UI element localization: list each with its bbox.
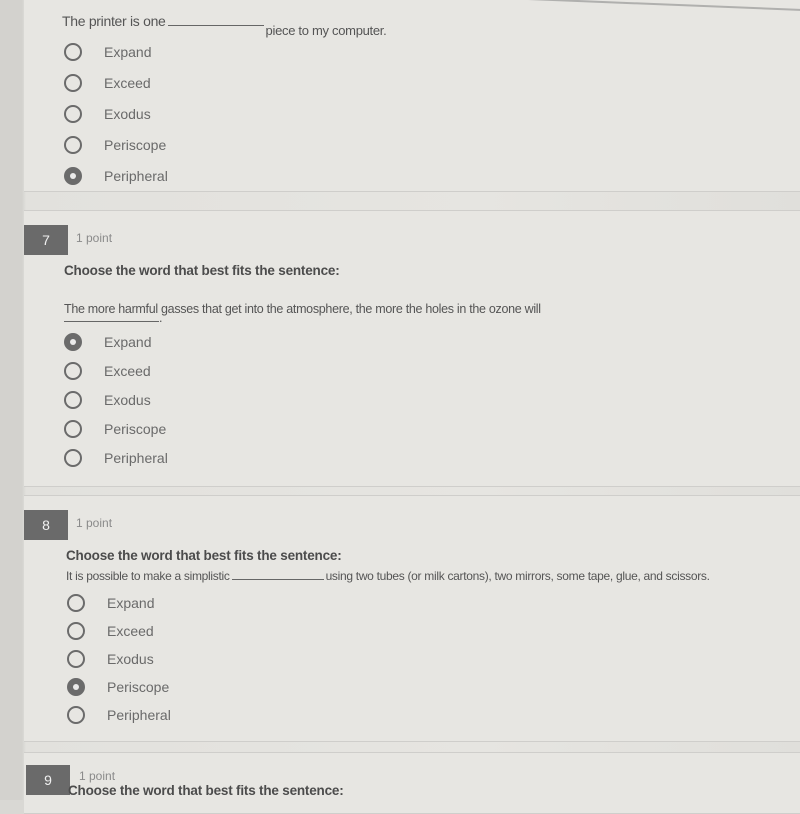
question-card-9: 9 1 point Choose the word that best fits… <box>24 752 800 814</box>
radio-unchecked-icon[interactable] <box>67 622 85 640</box>
option-peripheral[interactable]: Peripheral <box>64 160 168 191</box>
options-list: Expand Exceed Exodus Periscope Periphera… <box>67 589 171 729</box>
option-expand[interactable]: Expand <box>64 327 168 356</box>
option-expand[interactable]: Expand <box>67 589 171 617</box>
points-label: 1 point <box>76 231 113 245</box>
option-exodus[interactable]: Exodus <box>64 385 168 414</box>
question-prompt: Choose the word that best fits the sente… <box>64 263 340 278</box>
divider <box>353 0 800 13</box>
radio-unchecked-icon[interactable] <box>67 706 85 724</box>
answer-blank <box>231 578 324 580</box>
radio-checked-icon[interactable] <box>64 166 82 185</box>
radio-unchecked-icon[interactable] <box>64 135 82 154</box>
question-sentence: It is possible to make a simplistic using… <box>66 569 710 583</box>
radio-unchecked-icon[interactable] <box>64 390 82 409</box>
answer-blank <box>64 320 159 322</box>
option-periscope[interactable]: Periscope <box>64 129 168 160</box>
option-peripheral[interactable]: Peripheral <box>67 701 171 729</box>
option-peripheral[interactable]: Peripheral <box>64 443 168 472</box>
answer-blank <box>167 24 264 26</box>
options-list: Expand Exceed Exodus Periscope Periphera… <box>64 36 168 191</box>
question-number-badge: 7 <box>24 225 68 255</box>
option-exceed[interactable]: Exceed <box>64 356 168 385</box>
radio-checked-icon[interactable] <box>67 678 85 696</box>
points-label: 1 point <box>79 769 116 783</box>
radio-checked-icon[interactable] <box>64 332 82 351</box>
option-exodus[interactable]: Exodus <box>67 645 171 673</box>
radio-unchecked-icon[interactable] <box>67 594 85 612</box>
option-periscope[interactable]: Periscope <box>67 673 171 701</box>
option-expand[interactable]: Expand <box>64 36 168 67</box>
points-label: 1 point <box>76 516 113 530</box>
question-card-7: 7 1 point Choose the word that best fits… <box>24 210 800 487</box>
question-prompt: Choose the word that best fits the sente… <box>66 548 342 563</box>
question-number-badge: 8 <box>24 510 68 540</box>
radio-unchecked-icon[interactable] <box>64 73 82 92</box>
radio-unchecked-icon[interactable] <box>64 104 82 123</box>
radio-unchecked-icon[interactable] <box>64 361 82 380</box>
question-sentence-continuation: . <box>64 311 163 325</box>
question-card-8: 8 1 point Choose the word that best fits… <box>24 495 800 742</box>
radio-unchecked-icon[interactable] <box>64 419 82 438</box>
question-sentence: The printer is onepiece to my computer. <box>62 13 387 38</box>
radio-unchecked-icon[interactable] <box>67 650 85 668</box>
option-exceed[interactable]: Exceed <box>67 617 171 645</box>
question-number-badge: 9 <box>26 765 70 795</box>
radio-unchecked-icon[interactable] <box>64 448 82 467</box>
question-prompt: Choose the word that best fits the sente… <box>68 783 344 798</box>
radio-unchecked-icon[interactable] <box>64 42 82 61</box>
quiz-page: the sentence: The printer is onepiece to… <box>0 0 800 814</box>
option-exceed[interactable]: Exceed <box>64 67 168 98</box>
option-periscope[interactable]: Periscope <box>64 414 168 443</box>
option-exodus[interactable]: Exodus <box>64 98 168 129</box>
options-list: Expand Exceed Exodus Periscope Periphera… <box>64 327 168 472</box>
question-card-6: the sentence: The printer is onepiece to… <box>24 0 800 192</box>
